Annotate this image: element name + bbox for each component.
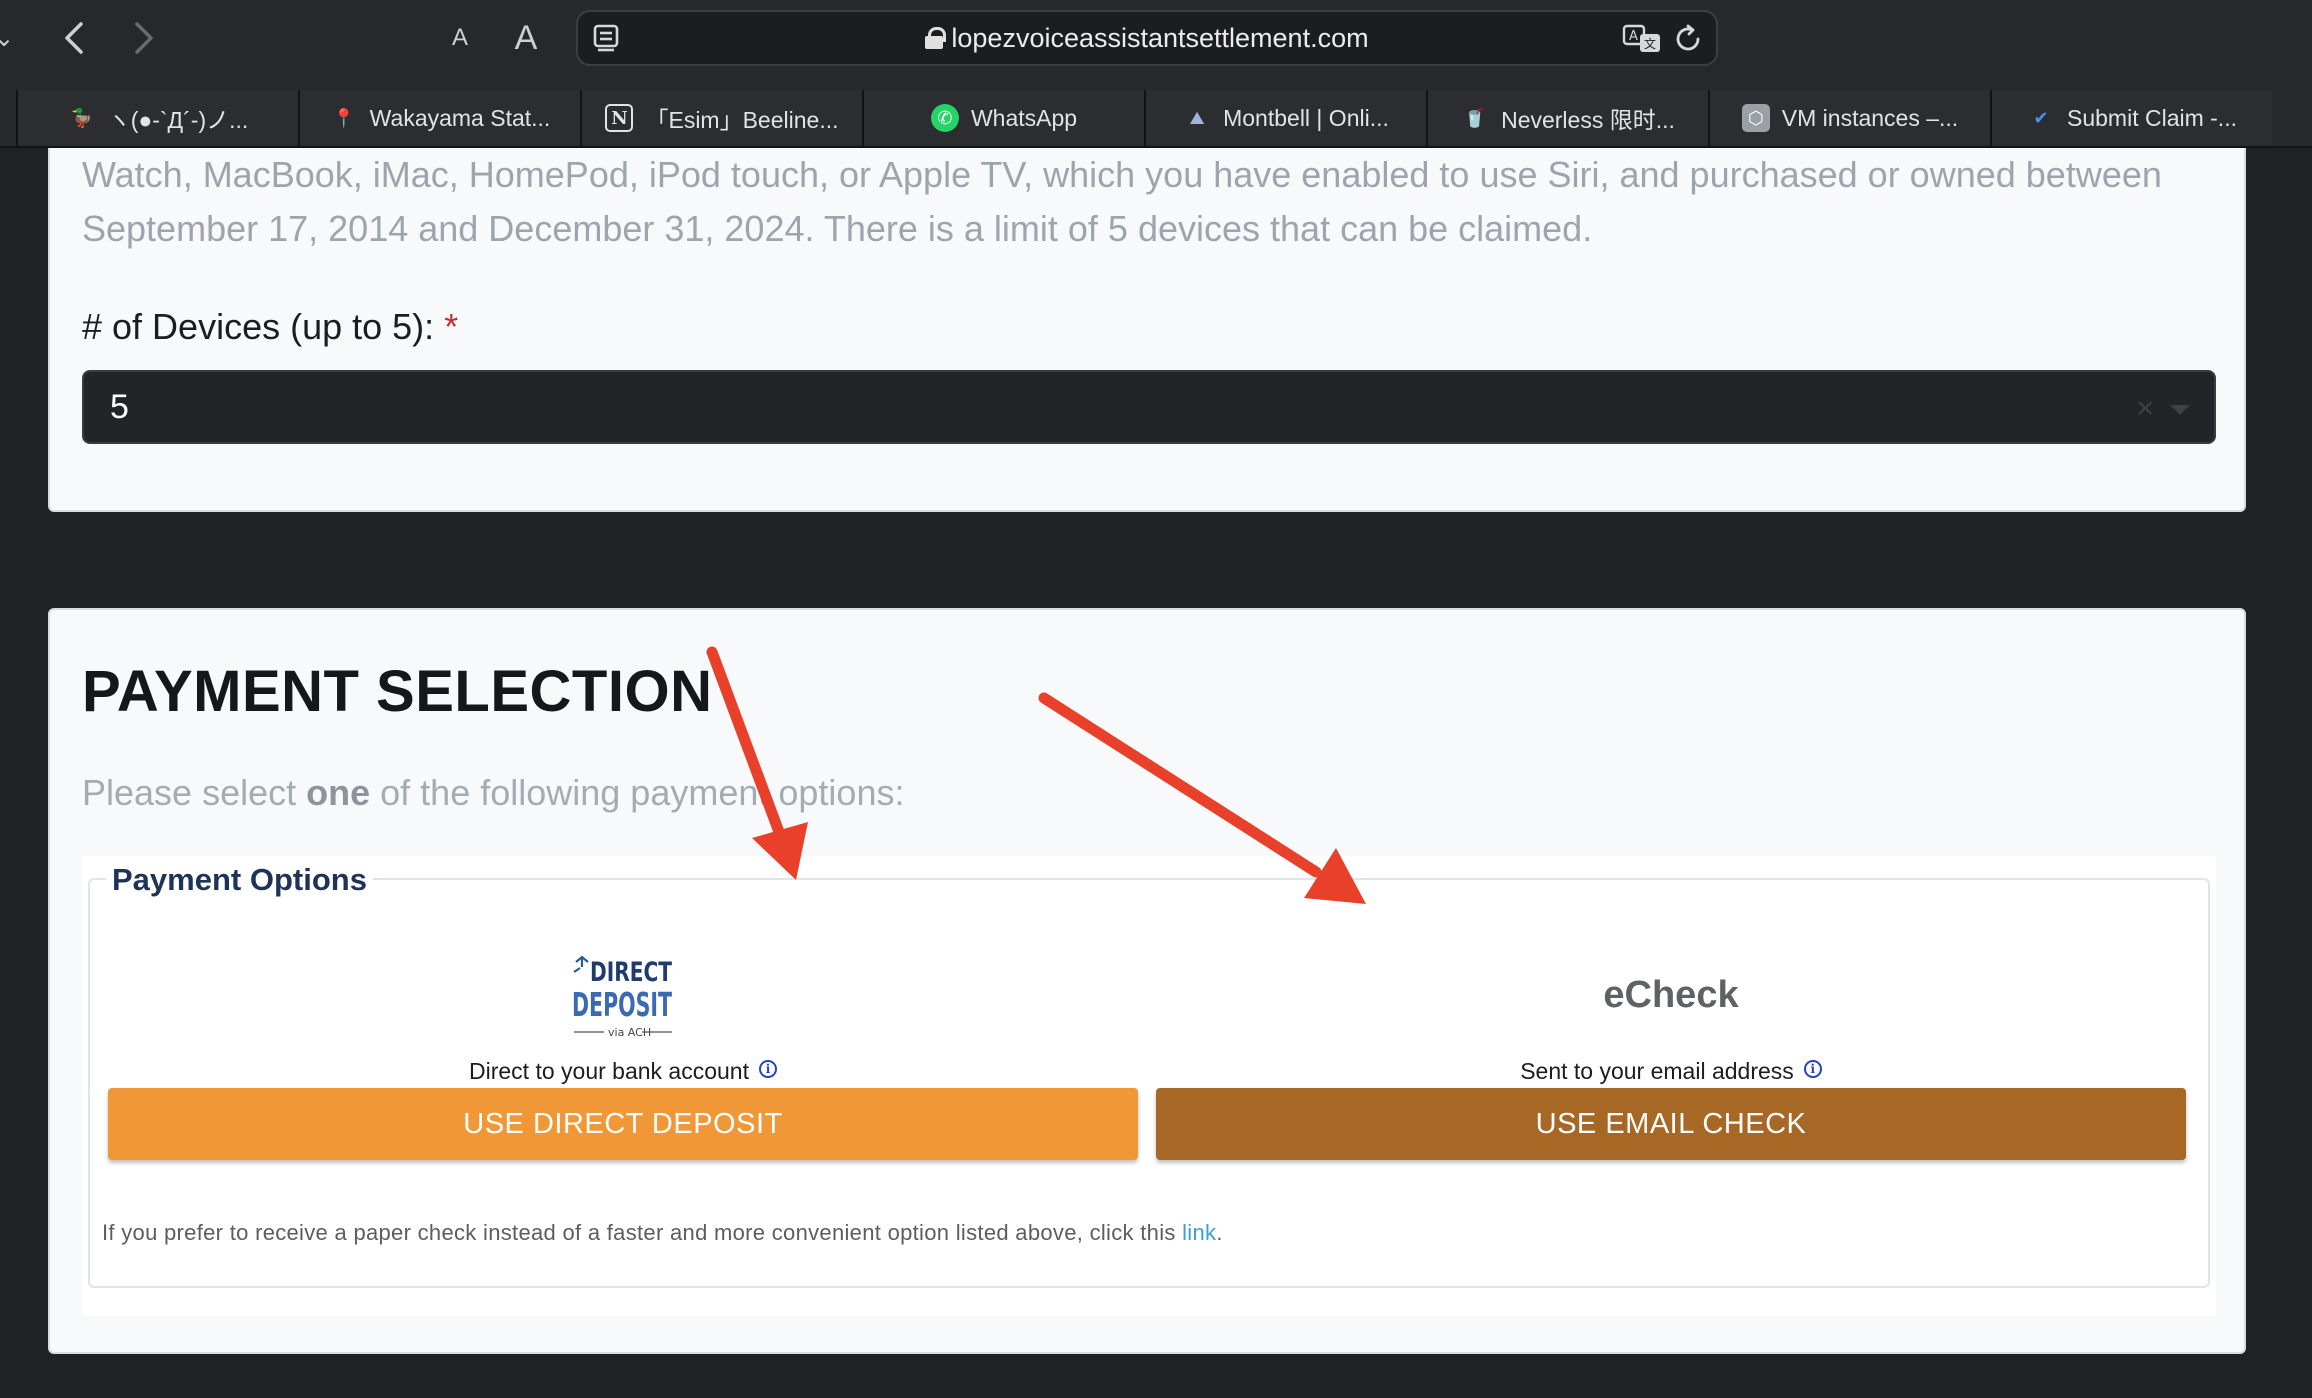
svg-text:文: 文 — [1644, 36, 1656, 51]
echeck-subtitle: Sent to your email address i — [1156, 1058, 2186, 1085]
logo-deposit-text: DEPOSIT — [572, 985, 672, 1024]
duck-icon: 🦆 — [70, 107, 93, 128]
gcp-icon: ⬡ — [1741, 104, 1770, 132]
reload-icon[interactable] — [1672, 23, 1704, 55]
payment-card: PAYMENT SELECTION Please select one of t… — [48, 608, 2246, 1354]
direct-deposit-option: DIRECT DEPOSIT via ACH Direct to your ba… — [108, 938, 1138, 1160]
info-icon[interactable]: i — [1803, 1060, 1822, 1078]
use-email-check-button[interactable]: USE EMAIL CHECK — [1156, 1088, 2186, 1160]
payment-prompt: Please select one of the following payme… — [82, 772, 905, 813]
whatsapp-icon: ✆ — [930, 104, 959, 132]
svg-text:A: A — [1629, 29, 1638, 44]
reader-mode-icon[interactable] — [592, 24, 620, 52]
bookmark-1[interactable]: 📍 Wakayama Stat... — [298, 90, 580, 146]
echeck-option: eCheck Sent to your email address i USE E… — [1156, 938, 2186, 1160]
chevron-down-icon[interactable] — [2170, 405, 2190, 415]
devices-select[interactable]: 5 × — [82, 370, 2216, 444]
back-button[interactable] — [50, 14, 98, 62]
bookmark-0[interactable]: 🦆 ヽ(●-`Д´-)ノ... — [16, 90, 298, 146]
bookmark-4[interactable]: ⛰ Montbell | Onli... — [1144, 90, 1426, 146]
devices-card: Watch, MacBook, iMac, HomePod, iPod touc… — [48, 148, 2246, 512]
paper-check-note: If you prefer to receive a paper check i… — [102, 1220, 1223, 1245]
notion-icon: N — [605, 104, 634, 132]
payment-options-panel: Payment Options DIRECT DEPOSIT via ACH D… — [82, 856, 2216, 1316]
bookmark-3[interactable]: ✆ WhatsApp — [862, 90, 1144, 146]
lock-icon — [925, 27, 947, 49]
sidebar-chevron-icon[interactable]: ⌄ — [0, 14, 22, 62]
increase-font-button[interactable]: A — [502, 14, 550, 62]
url-text: lopezvoiceassistantsettlement.com — [951, 22, 1369, 53]
maps-pin-icon: 📍 — [332, 107, 355, 128]
bookmark-5[interactable]: 🥤 Neverless 限时... — [1426, 90, 1708, 146]
bookmark-7[interactable]: ✔ Submit Claim -... — [1990, 90, 2272, 146]
decrease-font-button[interactable]: A — [436, 14, 484, 62]
drink-icon: 🥤 — [1463, 107, 1487, 128]
info-icon[interactable]: i — [758, 1060, 777, 1078]
paper-check-link[interactable]: link — [1182, 1220, 1216, 1245]
direct-deposit-subtitle: Direct to your bank account i — [108, 1058, 1138, 1085]
devices-label: # of Devices (up to 5): * — [82, 306, 459, 347]
checkmark-icon: ✔ — [2033, 107, 2049, 128]
address-bar[interactable]: lopezvoiceassistantsettlement.com A 文 — [576, 10, 1718, 66]
translate-icon[interactable]: A 文 — [1622, 23, 1662, 55]
payment-options-legend: Payment Options — [106, 862, 373, 898]
logo-direct-text: DIRECT — [590, 957, 672, 988]
chevron-right-icon — [135, 22, 153, 54]
toolbar-spacer — [0, 78, 2312, 90]
devices-select-value: 5 — [110, 387, 129, 426]
required-marker: * — [444, 306, 459, 347]
browser-toolbar: ⌄ A A lopezvoiceassistantsettlement.com … — [0, 0, 2312, 78]
use-direct-deposit-button[interactable]: USE DIRECT DEPOSIT — [108, 1088, 1138, 1160]
mountain-icon: ⛰ — [1189, 107, 1205, 128]
payment-options-fieldset: Payment Options DIRECT DEPOSIT via ACH D… — [88, 862, 2210, 1288]
payment-title: PAYMENT SELECTION — [82, 659, 713, 724]
bookmark-2[interactable]: N 「Esim」Beeline... — [580, 90, 862, 146]
direct-deposit-logo: DIRECT DEPOSIT via ACH — [572, 955, 672, 1039]
chevron-left-icon — [65, 22, 83, 54]
echeck-title: eCheck — [1603, 974, 1739, 1016]
forward-button[interactable] — [120, 14, 168, 62]
devices-description: Watch, MacBook, iMac, HomePod, iPod touc… — [82, 154, 2162, 249]
bookmarks-bar: 🦆 ヽ(●-`Д´-)ノ... 📍 Wakayama Stat... N 「Esim」… — [0, 90, 2312, 146]
clear-icon[interactable]: × — [2136, 392, 2154, 426]
bookmark-6[interactable]: ⬡ VM instances –... — [1708, 90, 1990, 146]
